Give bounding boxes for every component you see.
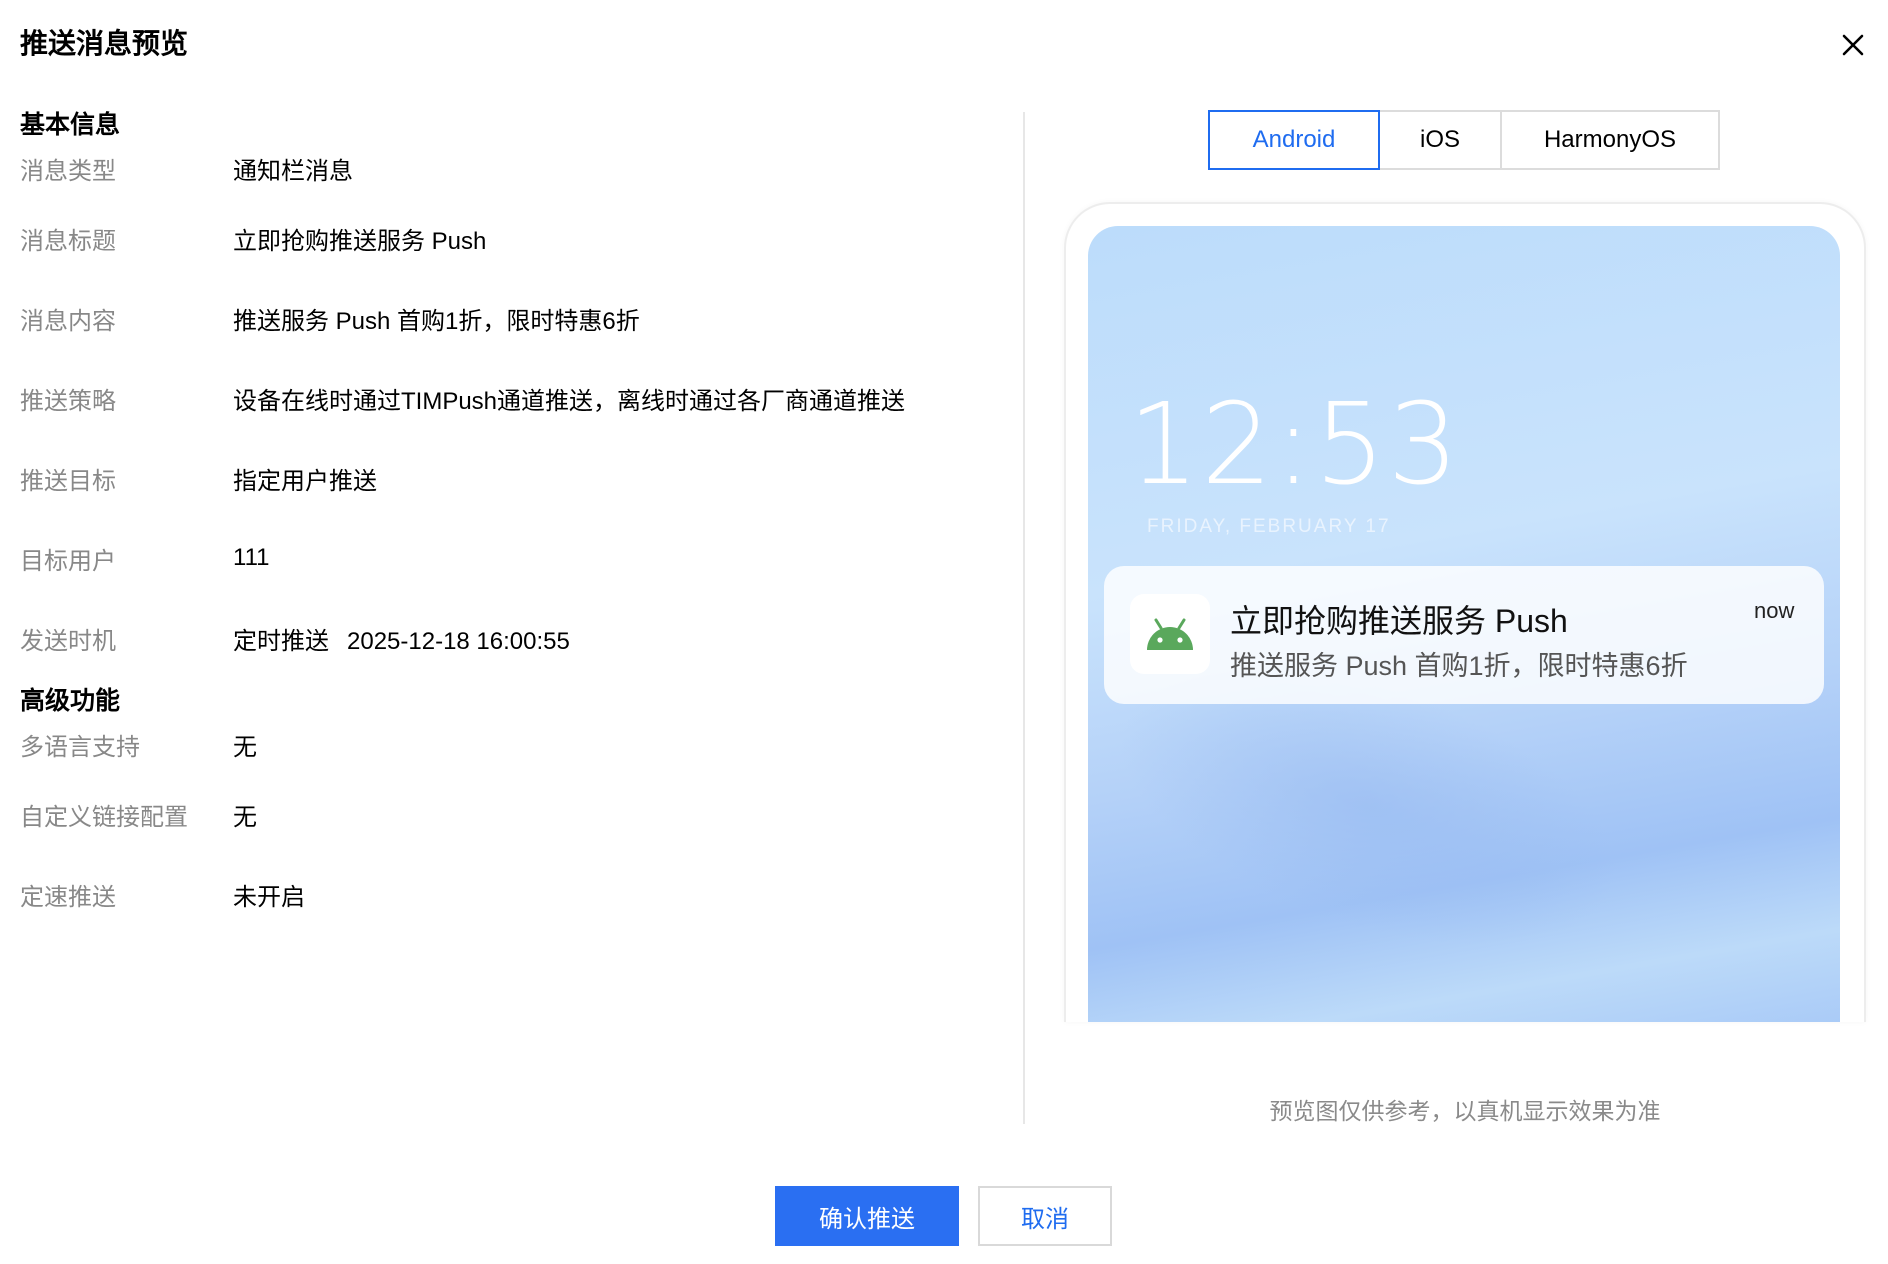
field-value: 推送服务 Push 首购1折，限时特惠6折 [233,307,640,335]
notification-body: 推送服务 Push 首购1折，限时特惠6折 [1230,651,1688,681]
field-label: 消息类型 [20,157,116,185]
tab-ios[interactable]: iOS [1378,110,1502,170]
field-label: 推送策略 [20,387,116,415]
advanced-heading: 高级功能 [20,687,121,715]
field-label: 定速推送 [20,883,116,911]
cancel-button[interactable]: 取消 [978,1186,1112,1246]
preview-disclaimer: 预览图仅供参考，以真机显示效果为准 [1269,1098,1661,1124]
android-icon [1130,594,1210,674]
field-push-strategy: 推送策略 设备在线时通过TIMPush通道推送，离线时通过各厂商通道推送 [20,358,980,438]
send-type: 定时推送 [233,627,329,655]
field-value: 无 [233,803,257,831]
field-target-user: 目标用户 111 [20,518,980,598]
field-label: 目标用户 [20,547,116,575]
platform-tabs: Android iOS HarmonyOS [1208,110,1720,170]
field-label: 多语言支持 [20,733,140,761]
lock-screen-clock: 12:53 [1128,380,1461,510]
lock-screen-date: FRIDAY, FEBRUARY 17 [1147,516,1391,537]
tab-harmonyos[interactable]: HarmonyOS [1500,110,1720,170]
field-value: 指定用户推送 [233,467,377,495]
field-label: 消息内容 [20,307,116,335]
notification-title: 立即抢购推送服务 Push [1230,603,1568,639]
close-icon[interactable] [1838,30,1868,60]
send-time: 2025-12-18 16:00:55 [347,627,570,655]
field-label: 推送目标 [20,467,116,495]
field-value: 设备在线时通过TIMPush通道推送，离线时通过各厂商通道推送 [233,387,906,415]
field-message-type: 消息类型 通知栏消息 [20,138,980,198]
confirm-push-button[interactable]: 确认推送 [775,1186,959,1246]
message-details-panel: 基本信息 消息类型 通知栏消息 消息标题 立即抢购推送服务 Push 消息内容 … [20,108,980,934]
field-value: 无 [233,733,257,761]
field-value: 定时推送 2025-12-18 16:00:55 [233,621,570,656]
tab-android[interactable]: Android [1208,110,1380,170]
dialog-title: 推送消息预览 [20,28,189,59]
panel-divider [1023,112,1025,1124]
field-value: 立即抢购推送服务 Push [233,227,487,255]
field-send-timing: 发送时机 定时推送 2025-12-18 16:00:55 [20,598,980,678]
notification-time: now [1754,598,1795,623]
field-label: 消息标题 [20,227,116,255]
field-value: 未开启 [233,883,305,911]
field-custom-link: 自定义链接配置 无 [20,774,980,854]
field-message-content: 消息内容 推送服务 Push 首购1折，限时特惠6折 [20,278,980,358]
field-label: 自定义链接配置 [20,803,188,831]
basic-info-heading: 基本信息 [20,111,121,139]
field-message-title: 消息标题 立即抢购推送服务 Push [20,198,980,278]
field-value: 111 [233,544,270,571]
push-preview-dialog: 推送消息预览 基本信息 消息类型 通知栏消息 消息标题 立即抢购推送服务 Pus… [0,0,1888,1264]
field-value: 通知栏消息 [233,157,353,185]
field-multi-language: 多语言支持 无 [20,714,980,774]
field-rate-limited-push: 定速推送 未开启 [20,854,980,934]
field-label: 发送时机 [20,627,116,655]
field-push-target: 推送目标 指定用户推送 [20,438,980,518]
